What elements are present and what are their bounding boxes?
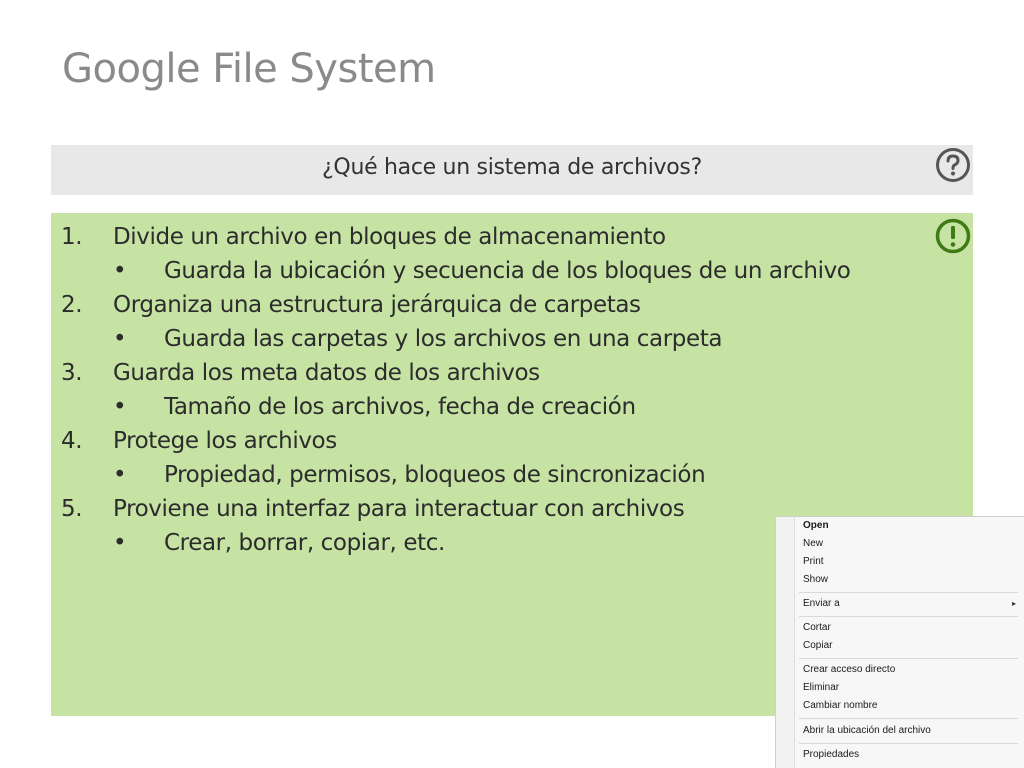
menu-item-open-file-location[interactable]: Abrir la ubicación del archivo [803, 725, 931, 736]
list-item: 4. Protege los archivos [51, 426, 921, 460]
menu-item-open[interactable]: Open [803, 520, 829, 531]
list-subitem: • Tamaño de los archivos, fecha de creac… [51, 392, 921, 426]
menu-item-properties[interactable]: Propiedades [803, 749, 859, 760]
item-number: 1. [61, 224, 83, 250]
bullet: • [113, 462, 127, 488]
item-number: 4. [61, 428, 83, 454]
list-item: 3. Guarda los meta datos de los archivos [51, 358, 921, 392]
bullet: • [113, 530, 127, 556]
menu-separator [799, 743, 1018, 744]
menu-item-copy[interactable]: Copiar [803, 640, 832, 651]
bullet: • [113, 258, 127, 284]
menu-separator [799, 592, 1018, 593]
menu-item-new[interactable]: New [803, 538, 823, 549]
feature-list: 1. Divide un archivo en bloques de almac… [51, 222, 921, 562]
bullet: • [113, 326, 127, 352]
subitem-text: Crear, borrar, copiar, etc. [164, 530, 445, 556]
exclamation-circle-icon [935, 218, 971, 254]
submenu-arrow-icon: ▸ [1011, 599, 1016, 608]
item-text: Guarda los meta datos de los archivos [113, 360, 540, 386]
subitem-text: Guarda la ubicación y secuencia de los b… [164, 258, 851, 284]
menu-item-print[interactable]: Print [803, 556, 824, 567]
subitem-text: Propiedad, permisos, bloqueos de sincron… [164, 462, 706, 488]
menu-item-cut[interactable]: Cortar [803, 622, 831, 633]
item-number: 5. [61, 496, 83, 522]
question-banner: ¿Qué hace un sistema de archivos? [51, 145, 973, 195]
menu-separator [799, 616, 1018, 617]
subitem-text: Tamaño de los archivos, fecha de creació… [164, 394, 636, 420]
menu-item-delete[interactable]: Eliminar [803, 682, 839, 693]
item-text: Divide un archivo en bloques de almacena… [113, 224, 666, 250]
item-text: Protege los archivos [113, 428, 337, 454]
item-text: Organiza una estructura jerárquica de ca… [113, 292, 641, 318]
menu-item-show[interactable]: Show [803, 574, 828, 585]
context-menu: Open New Print Show Enviar a ▸ Cortar Co… [775, 516, 1024, 768]
list-item: 1. Divide un archivo en bloques de almac… [51, 222, 921, 256]
menu-separator [799, 718, 1018, 719]
list-item: 2. Organiza una estructura jerárquica de… [51, 290, 921, 324]
list-subitem: • Guarda la ubicación y secuencia de los… [51, 256, 921, 290]
question-circle-icon [936, 148, 970, 182]
menu-separator [799, 658, 1018, 659]
list-subitem: • Guarda las carpetas y los archivos en … [51, 324, 921, 358]
list-subitem: • Propiedad, permisos, bloqueos de sincr… [51, 460, 921, 494]
menu-item-create-shortcut[interactable]: Crear acceso directo [803, 664, 895, 675]
menu-item-send-to[interactable]: Enviar a [803, 598, 840, 609]
bullet: • [113, 394, 127, 420]
item-number: 3. [61, 360, 83, 386]
menu-item-rename[interactable]: Cambiar nombre [803, 700, 877, 711]
slide-title: Google File System [62, 46, 436, 92]
question-text: ¿Qué hace un sistema de archivos? [322, 155, 702, 180]
item-number: 2. [61, 292, 83, 318]
item-text: Proviene una interfaz para interactuar c… [113, 496, 685, 522]
context-menu-body: Open New Print Show Enviar a ▸ Cortar Co… [794, 517, 1024, 768]
subitem-text: Guarda las carpetas y los archivos en un… [164, 326, 723, 352]
